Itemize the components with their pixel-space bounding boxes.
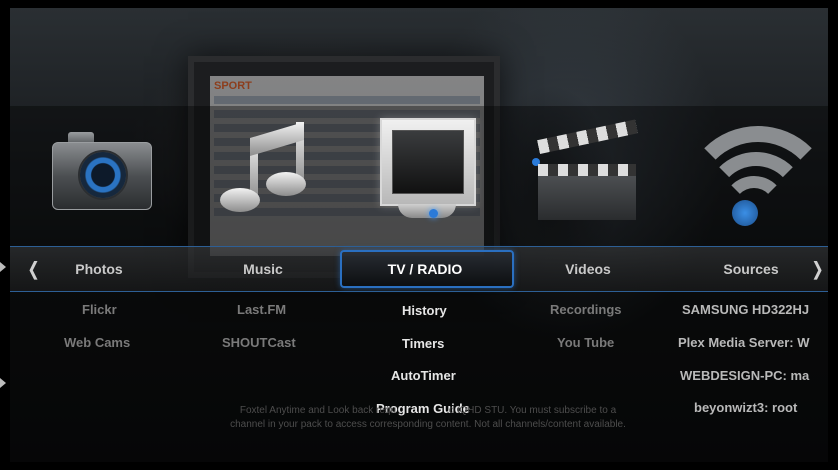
media-center-screen: SPORT ❬ Photos Music TV / RADIO Videos S… [10,8,828,462]
submenu-tv-timers[interactable]: Timers [402,336,444,351]
submenu-photos-flickr[interactable]: Flickr [82,302,117,317]
submenu-tv-history[interactable]: History [402,303,447,318]
wifi-icon[interactable] [682,116,828,226]
camera-icon[interactable] [52,130,152,210]
submenu-photos-webcams[interactable]: Web Cams [64,335,130,350]
menu-item-videos[interactable]: Videos [513,247,663,291]
main-menu-bar: ❬ Photos Music TV / RADIO Videos Sources… [10,246,828,292]
submenu-videos-youtube[interactable]: You Tube [557,335,614,350]
notice-line-2: channel in your pack to access correspon… [230,419,626,430]
submenu-music-shoutcast[interactable]: SHOUTCast [222,335,296,350]
side-marker-icon [0,262,6,272]
submenu-sources-webdesign-pc[interactable]: WEBDESIGN-PC: ma [680,368,828,383]
notice-line-1: Foxtel Anytime and Look back requ d iQHD… [239,405,617,416]
menu-right-arrow-icon[interactable]: ❭ [810,247,825,291]
menu-item-sources[interactable]: Sources [676,247,826,291]
submenu-videos-recordings[interactable]: Recordings [550,302,622,317]
submenu-sources-beyonwizt3[interactable]: beyonwizt3: root [694,400,797,415]
submenu-sources-plex[interactable]: Plex Media Server: W [678,335,828,350]
menu-item-music[interactable]: Music [188,247,338,291]
submenu-music-lastfm[interactable]: Last.FM [237,302,286,317]
side-marker-icon [0,378,6,388]
submenu-tv-autotimer[interactable]: AutoTimer [391,368,456,383]
menu-item-tv-radio[interactable]: TV / RADIO [350,247,500,291]
menu-item-photos[interactable]: Photos [24,247,174,291]
music-notes-icon[interactable] [212,106,312,216]
tv-icon[interactable] [380,118,476,222]
background-tv-heading: SPORT [214,80,252,92]
subscription-notice: Foxtel Anytime and Look back requ d iQHD… [168,404,688,432]
submenu-sources-samsung[interactable]: SAMSUNG HD322HJ [682,302,809,317]
clapperboard-icon[interactable] [532,119,638,220]
